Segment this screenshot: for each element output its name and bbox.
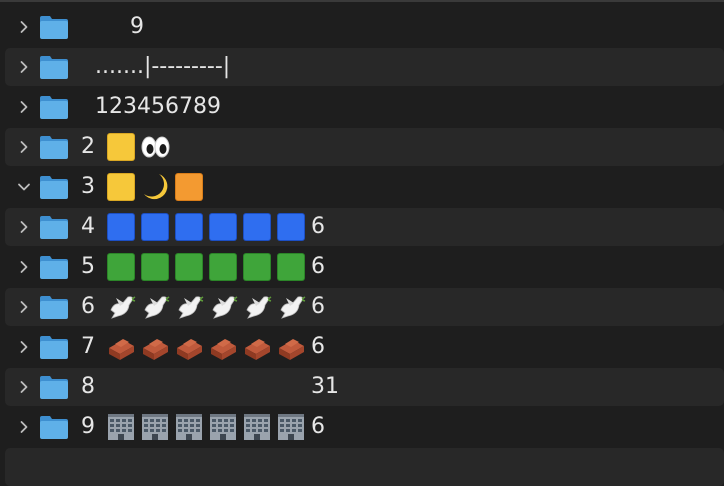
row-name: 7 bbox=[81, 334, 310, 360]
green-square-icon bbox=[107, 253, 135, 281]
outline-row[interactable]: 3 bbox=[5, 168, 724, 206]
dove-icon bbox=[212, 296, 238, 319]
chevron-down-icon[interactable] bbox=[17, 180, 31, 194]
blue-square-icon bbox=[243, 213, 271, 241]
yellow-square-icon bbox=[107, 133, 135, 161]
orange-square-icon bbox=[175, 173, 203, 201]
row-name-text: 9 bbox=[81, 414, 95, 439]
office-building-icon bbox=[244, 414, 270, 440]
brick-icon bbox=[211, 339, 236, 360]
outline-row[interactable]: 2 bbox=[5, 128, 724, 166]
row-name: 5 bbox=[81, 253, 310, 281]
dove-icon bbox=[280, 296, 306, 319]
row-name-text: 7 bbox=[81, 334, 95, 359]
folder-icon bbox=[40, 256, 68, 279]
outline-row[interactable]: 9 bbox=[5, 8, 724, 46]
brick-icon bbox=[279, 339, 304, 360]
blue-square-icon bbox=[209, 213, 237, 241]
row-count: 6 bbox=[311, 214, 325, 239]
row-name: 2 bbox=[81, 133, 174, 161]
dove-icon bbox=[178, 296, 204, 319]
outline-row[interactable]: 46 bbox=[5, 208, 724, 246]
row-name: 9 bbox=[81, 14, 144, 40]
folder-icon bbox=[40, 16, 68, 39]
chevron-right-icon[interactable] bbox=[17, 140, 31, 154]
blue-square-icon bbox=[175, 213, 203, 241]
row-name-text: 9 bbox=[81, 14, 144, 39]
office-building-icon bbox=[278, 414, 304, 440]
row-name-text: 6 bbox=[81, 294, 95, 319]
row-name-text: 8 bbox=[81, 374, 95, 399]
row-name: 6 bbox=[81, 294, 310, 320]
folder-icon bbox=[40, 296, 68, 319]
outline-row[interactable]: 66 bbox=[5, 288, 724, 326]
blue-square-icon bbox=[277, 213, 305, 241]
folder-icon bbox=[40, 336, 68, 359]
office-building-icon bbox=[176, 414, 202, 440]
chevron-right-icon[interactable] bbox=[17, 100, 31, 114]
row-name: 4 bbox=[81, 213, 310, 241]
outline-row[interactable]: .......|---------| bbox=[5, 48, 724, 86]
yellow-square-icon bbox=[107, 173, 135, 201]
brick-icon bbox=[245, 339, 270, 360]
row-name: 3 bbox=[81, 173, 208, 201]
empty-row bbox=[5, 448, 724, 486]
chevron-right-icon[interactable] bbox=[17, 380, 31, 394]
chevron-right-icon[interactable] bbox=[17, 340, 31, 354]
folder-icon bbox=[40, 56, 68, 79]
blue-square-icon bbox=[107, 213, 135, 241]
row-count: 6 bbox=[311, 254, 325, 279]
row-count: 6 bbox=[311, 294, 325, 319]
chevron-right-icon[interactable] bbox=[17, 220, 31, 234]
outline-row[interactable]: 56 bbox=[5, 248, 724, 286]
crescent-moon-icon bbox=[144, 174, 168, 200]
row-name: 8 bbox=[81, 374, 101, 400]
office-building-icon bbox=[142, 414, 168, 440]
brick-icon bbox=[143, 339, 168, 360]
row-name-text: 5 bbox=[81, 254, 95, 279]
row-name-text: 2 bbox=[81, 134, 95, 159]
chevron-right-icon[interactable] bbox=[17, 260, 31, 274]
outline-row[interactable]: 8 31 bbox=[5, 368, 724, 406]
chevron-right-icon[interactable] bbox=[17, 20, 31, 34]
folder-icon bbox=[40, 416, 68, 439]
office-building-icon bbox=[210, 414, 236, 440]
brick-icon bbox=[177, 339, 202, 360]
row-name-text: .......|---------| bbox=[81, 54, 231, 79]
green-square-icon bbox=[243, 253, 271, 281]
eyes-icon bbox=[141, 136, 170, 158]
outline-row[interactable]: 76 bbox=[5, 328, 724, 366]
row-name-text: 123456789 bbox=[81, 94, 221, 119]
dove-icon bbox=[246, 296, 272, 319]
blue-square-icon bbox=[141, 213, 169, 241]
row-name: 123456789 bbox=[81, 94, 221, 120]
folder-icon bbox=[40, 176, 68, 199]
green-square-icon bbox=[209, 253, 237, 281]
chevron-right-icon[interactable] bbox=[17, 420, 31, 434]
top-divider bbox=[0, 0, 724, 2]
office-building-icon bbox=[108, 414, 134, 440]
row-name-text: 3 bbox=[81, 174, 95, 199]
row-name: .......|---------| bbox=[81, 54, 230, 80]
row-count: 6 bbox=[311, 414, 325, 439]
folder-icon bbox=[40, 376, 68, 399]
folder-icon bbox=[40, 96, 68, 119]
green-square-icon bbox=[175, 253, 203, 281]
outline-row[interactable]: 96 bbox=[5, 408, 724, 446]
folder-icon bbox=[40, 216, 68, 239]
dove-icon bbox=[144, 296, 170, 319]
row-count: 31 bbox=[311, 374, 339, 399]
chevron-right-icon[interactable] bbox=[17, 300, 31, 314]
green-square-icon bbox=[277, 253, 305, 281]
row-count: 6 bbox=[311, 334, 325, 359]
row-name: 9 bbox=[81, 414, 310, 440]
outline-row[interactable]: 123456789 bbox=[5, 88, 724, 126]
dove-icon bbox=[110, 296, 136, 319]
brick-icon bbox=[109, 339, 134, 360]
file-outline-list: 9 .......|---------| 123456789 2 3 4 6 5 6 6 6 7 6… bbox=[0, 0, 724, 486]
folder-icon bbox=[40, 136, 68, 159]
row-name-text: 4 bbox=[81, 214, 95, 239]
chevron-right-icon[interactable] bbox=[17, 60, 31, 74]
green-square-icon bbox=[141, 253, 169, 281]
